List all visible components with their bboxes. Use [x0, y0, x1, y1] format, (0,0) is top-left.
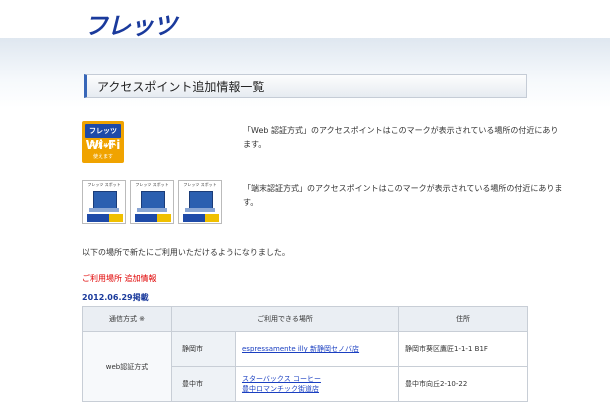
- intro-text: 以下の場所で新たにご利用いただけるようになりました。: [82, 248, 290, 257]
- address-cell: 静岡市葵区鷹匠1-1-1 B1F: [398, 331, 528, 367]
- place-link[interactable]: 豊中ロマンチック街道店: [242, 385, 319, 393]
- mark-accent: [157, 214, 171, 222]
- mark-caption: フレッツ スポット: [87, 182, 121, 187]
- computer-icon: [189, 191, 213, 209]
- flets-logo[interactable]: フレッツ: [84, 6, 177, 41]
- badge-bottom-label: 使えます: [92, 154, 113, 160]
- table-header-row: 通信方式 ※ ご利用できる場所 住所: [82, 306, 528, 332]
- method-cell: web認証方式: [82, 331, 172, 402]
- computer-icon: [141, 191, 165, 209]
- mark-tag: [135, 214, 157, 222]
- access-point-table: 通信方式 ※ ご利用できる場所 住所 web認証方式 静岡市 espressam…: [82, 306, 528, 402]
- page-title: アクセスポイント追加情報一覧: [97, 80, 265, 94]
- keyboard-icon: [89, 208, 119, 212]
- place-cell: espressamente illy 新静岡セノバ店: [235, 331, 399, 367]
- mark-accent: [109, 214, 123, 222]
- mark-caption: フレッツ スポット: [183, 182, 217, 187]
- header-address: 住所: [398, 306, 528, 332]
- place-link[interactable]: スターバックス コーヒー: [242, 375, 321, 383]
- mark-tag: [183, 214, 205, 222]
- badge-top-label: フレッツ スポット: [85, 124, 121, 149]
- place-link[interactable]: espressamente illy 新静岡セノバ店: [242, 345, 359, 353]
- mark-caption: フレッツ スポット: [135, 182, 169, 187]
- keyboard-icon: [185, 208, 215, 212]
- table-row: web認証方式 静岡市 espressamente illy 新静岡セノバ店 静…: [82, 331, 528, 402]
- header-method: 通信方式 ※: [82, 306, 172, 332]
- city-cell: 静岡市: [171, 331, 236, 367]
- mark-tag: [87, 214, 109, 222]
- wifi-spot-badge-icon: フレッツ スポット Wi-Fi 使えます: [82, 121, 124, 163]
- computer-icon: [93, 191, 117, 209]
- web-auth-description: 「Web 認証方式」のアクセスポイントはこのマークが表示されている場所の付近にあ…: [243, 126, 559, 149]
- header-place: ご利用できる場所: [171, 306, 399, 332]
- place-cell: スターバックス コーヒー 豊中ロマンチック街道店: [235, 366, 399, 402]
- section-heading: ご利用場所 追加情報: [82, 274, 157, 283]
- page-title-bar: アクセスポイント追加情報一覧: [84, 74, 527, 98]
- mark-accent: [205, 214, 219, 222]
- city-cell: 豊中市: [171, 366, 236, 402]
- terminal-auth-mark-icon: フレッツ スポット: [178, 180, 222, 224]
- posted-date: 2012.06.29掲載: [82, 293, 149, 302]
- address-cell: 豊中市向丘2-10-22: [398, 366, 528, 402]
- terminal-auth-mark-icon: フレッツ スポット: [82, 180, 126, 224]
- keyboard-icon: [137, 208, 167, 212]
- badge-main-label: Wi-Fi: [85, 138, 121, 152]
- terminal-auth-mark-icon: フレッツ スポット: [130, 180, 174, 224]
- terminal-auth-description: 「端末認証方式」のアクセスポイントはこのマークが表示されている場所の付近にありま…: [243, 184, 563, 207]
